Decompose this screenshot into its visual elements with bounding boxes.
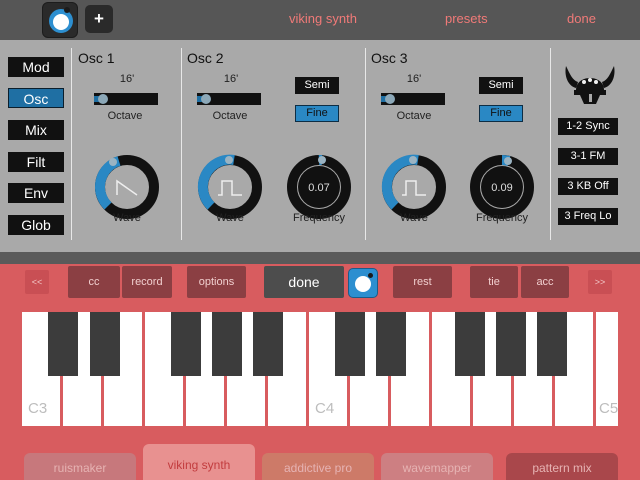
prev-octave-button[interactable]: << [25, 270, 49, 294]
tab-mod[interactable]: Mod [8, 57, 64, 77]
black-key[interactable] [48, 312, 78, 376]
osc3-octave-value: 16' [406, 73, 422, 85]
options-button[interactable]: options [187, 266, 246, 298]
osc2-frequency-value: 0.07 [308, 182, 330, 194]
bomb-logo-icon [49, 9, 73, 33]
osc1-octave-slider[interactable] [94, 93, 158, 105]
host-app-icon[interactable] [42, 2, 78, 38]
osc1-octave-value: 16' [119, 73, 135, 85]
bottom-tab-wavemapper[interactable]: wavemapper [381, 453, 493, 480]
osc2-frequency-label: Frequency [293, 212, 345, 224]
osc2-semi-button[interactable]: Semi [295, 77, 339, 94]
bottom-tab-viking-synth[interactable]: viking synth [143, 444, 255, 480]
bottom-tab-ruismaker[interactable]: ruismaker [24, 453, 136, 480]
black-key[interactable] [335, 312, 365, 376]
panel-footer [0, 252, 640, 264]
note-label-c5: C5 [599, 400, 618, 417]
record-button[interactable]: record [122, 266, 172, 298]
option-3-freq-lo[interactable]: 3 Freq Lo [558, 208, 618, 225]
osc3-frequency-value: 0.09 [491, 182, 513, 194]
osc3-fine-button[interactable]: Fine [479, 105, 523, 122]
osc2-title: Osc 2 [187, 50, 224, 66]
black-key[interactable] [171, 312, 201, 376]
tab-filt[interactable]: Filt [8, 152, 64, 172]
tie-button[interactable]: tie [470, 266, 518, 298]
black-key[interactable] [376, 312, 406, 376]
osc3-octave-label: Octave [396, 110, 432, 122]
tab-env[interactable]: Env [8, 183, 64, 203]
option-1-2-sync[interactable]: 1-2 Sync [558, 118, 618, 135]
note-label-c3: C3 [28, 400, 48, 417]
viking-helmet-icon [565, 66, 615, 104]
osc3-wave-label: Wave [400, 212, 428, 224]
top-bar: + viking synth presets done [0, 0, 640, 40]
osc2-octave-value: 16' [223, 73, 239, 85]
black-key[interactable] [537, 312, 567, 376]
tab-glob[interactable]: Glob [8, 215, 64, 235]
osc2-octave-label: Octave [212, 110, 248, 122]
osc2-wave-label: Wave [216, 212, 244, 224]
note-label-c4: C4 [315, 400, 335, 417]
option-3-kb-off[interactable]: 3 KB Off [558, 178, 618, 195]
osc3-title: Osc 3 [371, 50, 408, 66]
bomb-logo-button[interactable] [348, 268, 378, 298]
piano-keyboard: C3 C4 C5 [22, 312, 618, 426]
top-done-button[interactable]: done [567, 11, 596, 26]
plugin-title: viking synth [289, 11, 357, 26]
cc-button[interactable]: cc [68, 266, 120, 298]
osc3-wave-knob[interactable] [380, 153, 448, 221]
black-key[interactable] [212, 312, 242, 376]
osc2-fine-button[interactable]: Fine [295, 105, 339, 122]
osc3-frequency-label: Frequency [476, 212, 528, 224]
osc3-octave-slider[interactable] [381, 93, 445, 105]
osc2-octave-slider[interactable] [197, 93, 261, 105]
osc2-wave-knob[interactable] [196, 153, 264, 221]
next-octave-button[interactable]: >> [588, 270, 612, 294]
bottom-tab-pattern-mix[interactable]: pattern mix [506, 453, 618, 480]
black-key[interactable] [90, 312, 120, 376]
black-key[interactable] [496, 312, 526, 376]
add-plugin-button[interactable]: + [85, 5, 113, 33]
osc3-semi-button[interactable]: Semi [479, 77, 523, 94]
bottom-tab-addictive-pro[interactable]: addictive pro [262, 453, 374, 480]
osc1-title: Osc 1 [78, 50, 115, 66]
tab-osc[interactable]: Osc [8, 88, 64, 108]
osc1-wave-label: Wave [113, 212, 141, 224]
osc1-wave-knob[interactable] [93, 153, 161, 221]
tab-mix[interactable]: Mix [8, 120, 64, 140]
presets-button[interactable]: presets [445, 11, 488, 26]
rest-button[interactable]: rest [393, 266, 452, 298]
osc1-octave-label: Octave [107, 110, 143, 122]
done-button[interactable]: done [264, 266, 344, 298]
black-key[interactable] [455, 312, 485, 376]
acc-button[interactable]: acc [521, 266, 569, 298]
black-key[interactable] [253, 312, 283, 376]
option-3-1-fm[interactable]: 3-1 FM [558, 148, 618, 165]
